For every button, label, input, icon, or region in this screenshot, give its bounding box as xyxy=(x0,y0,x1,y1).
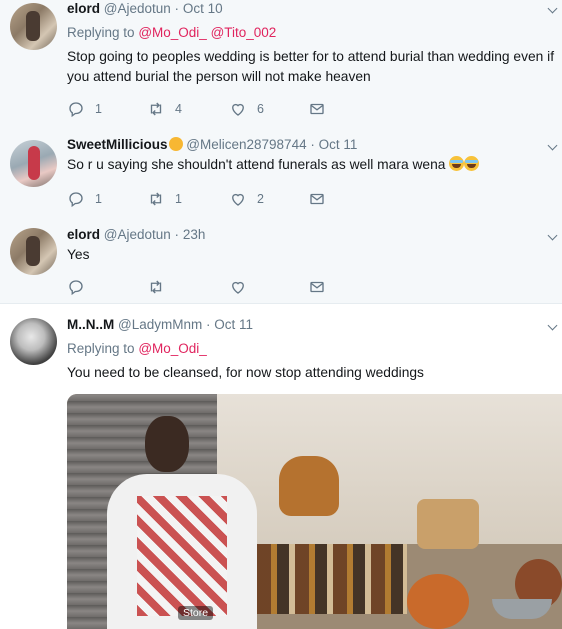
display-name[interactable]: elord xyxy=(67,227,100,242)
chevron-down-icon[interactable] xyxy=(548,322,558,332)
photo-detail xyxy=(257,544,407,614)
chevron-down-icon[interactable] xyxy=(548,232,558,242)
tears-of-joy-emoji-icon xyxy=(449,156,465,171)
timestamp[interactable]: 23h xyxy=(183,227,206,242)
retweet-count: 4 xyxy=(175,102,182,116)
chevron-down-icon[interactable] xyxy=(548,5,558,15)
tweet[interactable]: elord @Ajedotun · Oct 10 Replying to @Mo… xyxy=(0,0,562,126)
timestamp[interactable]: Oct 11 xyxy=(214,317,253,332)
separator: · xyxy=(206,317,211,332)
tweet-photo[interactable]: Store xyxy=(67,394,562,629)
username[interactable]: @Ajedotun xyxy=(104,1,171,16)
tweet-header: M..N..M @LadymMnm · Oct 11 xyxy=(67,317,253,332)
photo-detail xyxy=(145,416,189,472)
tweet-actions xyxy=(67,277,367,297)
direct-message-icon xyxy=(310,103,324,115)
username[interactable]: @Melicen28798744 xyxy=(186,137,306,152)
photo-detail xyxy=(407,574,469,629)
like-button[interactable] xyxy=(229,277,247,297)
photo-person xyxy=(107,416,257,629)
retweet-button[interactable] xyxy=(147,277,165,297)
mention-link[interactable]: @Tito_002 xyxy=(211,25,277,40)
tweet-text: So r u saying she shouldn't attend funer… xyxy=(67,155,562,175)
tweet-header: elord @Ajedotun · Oct 10 xyxy=(67,1,223,16)
separator: · xyxy=(174,1,180,16)
like-icon xyxy=(232,281,244,294)
like-count: 2 xyxy=(257,192,264,206)
tweet-text: Stop going to peoples wedding is better … xyxy=(67,49,555,84)
display-name[interactable]: elord xyxy=(67,1,100,16)
avatar[interactable] xyxy=(10,228,57,275)
retweet-count: 1 xyxy=(175,192,182,206)
photo-detail xyxy=(137,496,227,616)
tweet[interactable]: SweetMillicious @Melicen28798744 · Oct 1… xyxy=(0,126,562,214)
avatar[interactable] xyxy=(10,140,57,187)
direct-message-icon xyxy=(310,281,324,293)
kiss-emoji-icon xyxy=(168,137,183,151)
reply-button[interactable] xyxy=(67,277,85,297)
username[interactable]: @LadymMnm xyxy=(118,317,202,332)
tweet-actions: 1 4 6 xyxy=(67,99,367,119)
mention-link[interactable]: @Mo_Odi_ xyxy=(138,25,206,40)
direct-message-button[interactable] xyxy=(308,189,326,209)
replying-to: Replying to @Mo_Odi_ xyxy=(67,341,207,356)
tweet[interactable]: M..N..M @LadymMnm · Oct 11 Replying to @… xyxy=(0,305,562,629)
separator: · xyxy=(310,137,315,152)
photo-detail xyxy=(279,456,339,516)
chevron-down-icon[interactable] xyxy=(548,142,558,152)
reply-button[interactable]: 1 xyxy=(67,189,102,209)
direct-message-button[interactable] xyxy=(308,277,326,297)
reply-icon xyxy=(69,280,83,296)
username[interactable]: @Ajedotun xyxy=(104,227,171,242)
reply-count: 1 xyxy=(95,192,102,206)
retweet-icon xyxy=(150,280,162,294)
avatar[interactable] xyxy=(10,3,57,50)
retweet-icon xyxy=(150,102,162,116)
replying-to: Replying to @Mo_Odi_ @Tito_002 xyxy=(67,25,276,40)
timestamp[interactable]: Oct 10 xyxy=(183,1,223,16)
like-button[interactable]: 6 xyxy=(229,99,264,119)
photo-detail xyxy=(417,499,479,549)
display-name[interactable]: SweetMillicious xyxy=(67,137,168,152)
display-name[interactable]: M..N..M xyxy=(67,317,114,332)
mention-link[interactable]: @Mo_Odi_ xyxy=(138,341,206,356)
replying-to-label: Replying to xyxy=(67,341,135,356)
tweet-text: Yes xyxy=(67,247,90,262)
tweet-header: SweetMillicious @Melicen28798744 · Oct 1… xyxy=(67,137,357,152)
separator: · xyxy=(174,227,180,242)
reply-icon xyxy=(69,192,83,208)
direct-message-icon xyxy=(310,193,324,205)
like-icon xyxy=(232,193,244,206)
retweet-button[interactable]: 4 xyxy=(147,99,182,119)
timestamp[interactable]: Oct 11 xyxy=(319,137,358,152)
retweet-icon xyxy=(150,192,162,206)
photo-store-label: Store xyxy=(178,606,214,620)
photo-background xyxy=(217,394,562,544)
tweet-text: You need to be cleansed, for now stop at… xyxy=(67,365,424,380)
tweet-header: elord @Ajedotun · 23h xyxy=(67,227,205,242)
direct-message-button[interactable] xyxy=(308,99,326,119)
replying-to-label: Replying to xyxy=(67,25,135,40)
retweet-button[interactable]: 1 xyxy=(147,189,182,209)
reply-button[interactable]: 1 xyxy=(67,99,102,119)
tears-of-joy-emoji-icon xyxy=(464,156,480,171)
like-icon xyxy=(232,103,244,116)
tweet[interactable]: elord @Ajedotun · 23h Yes xyxy=(0,214,562,304)
reply-count: 1 xyxy=(95,102,102,116)
like-button[interactable]: 2 xyxy=(229,189,264,209)
reply-icon xyxy=(69,102,83,118)
avatar[interactable] xyxy=(10,318,57,365)
tweet-text-body: So r u saying she shouldn't attend funer… xyxy=(67,157,446,172)
tweet-actions: 1 1 2 xyxy=(67,189,367,209)
like-count: 6 xyxy=(257,102,264,116)
